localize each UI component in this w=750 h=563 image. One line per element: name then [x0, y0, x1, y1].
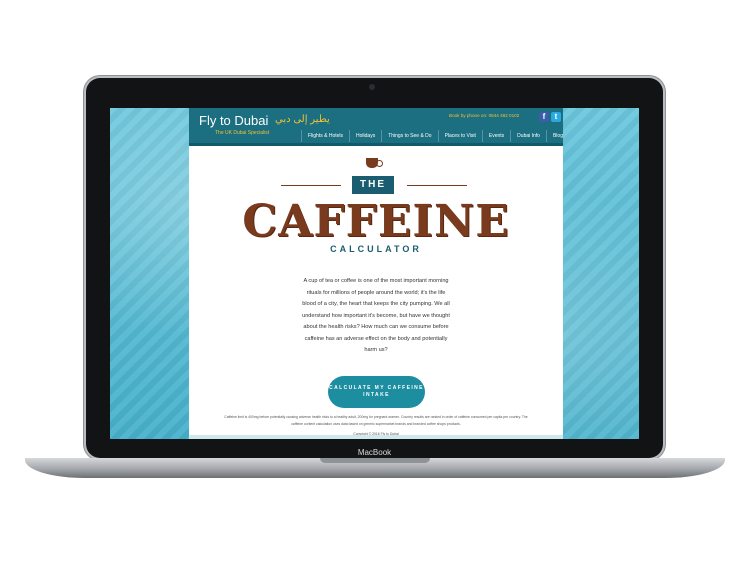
website: Fly to Dubai يطير إلى دبي The UK Dubai S…	[189, 108, 563, 439]
phone-number: Book by phone on: 0844 482 0102	[449, 113, 520, 118]
nav-things-to-see-do[interactable]: Things to See & Do	[381, 130, 437, 142]
twitter-icon[interactable]: t	[551, 112, 561, 122]
laptop-lid: Fly to Dubai يطير إلى دبي The UK Dubai S…	[86, 78, 663, 458]
site-tagline: The UK Dubai Specialist	[215, 130, 270, 136]
coffee-cup-handle	[376, 160, 383, 167]
disclaimer-text: Caffeine limit is 400mg before potential…	[224, 415, 528, 426]
nav-flights-hotels[interactable]: Flights & Hotels	[301, 130, 349, 142]
camera	[369, 84, 375, 90]
nav-events[interactable]: Events	[481, 130, 510, 142]
site-header: Fly to Dubai يطير إلى دبي The UK Dubai S…	[189, 108, 563, 143]
title-rule-left	[281, 185, 341, 186]
nav-holidays[interactable]: Holidays	[349, 130, 381, 142]
the-badge: THE	[352, 176, 394, 194]
facebook-icon[interactable]: f	[539, 112, 549, 122]
main-nav: Flights & Hotels Holidays Things to See …	[301, 130, 569, 142]
nav-places-to-visit[interactable]: Places to Visit	[437, 130, 482, 142]
page-subtitle: CALCULATOR	[330, 244, 422, 254]
site-footer-bar	[189, 435, 563, 439]
laptop-notch	[320, 458, 430, 463]
calculate-button[interactable]: CALCULATE MY CAFFEINE INTAKE	[328, 376, 425, 408]
site-logo[interactable]: Fly to Dubai	[199, 113, 268, 128]
device-label: MacBook	[357, 448, 392, 457]
nav-dubai-info[interactable]: Dubai Info	[510, 130, 546, 142]
intro-text: A cup of tea or coffee is one of the mos…	[302, 278, 450, 353]
page-title: CAFFEINE	[242, 196, 510, 247]
nav-blog[interactable]: Blog	[545, 130, 569, 142]
site-logo-arabic: يطير إلى دبي	[275, 114, 330, 125]
title-rule-right	[407, 185, 467, 186]
screen: Fly to Dubai يطير إلى دبي The UK Dubai S…	[110, 108, 639, 439]
main-content: THE CAFFEINE CALCULATOR A cup of tea or …	[189, 146, 563, 439]
